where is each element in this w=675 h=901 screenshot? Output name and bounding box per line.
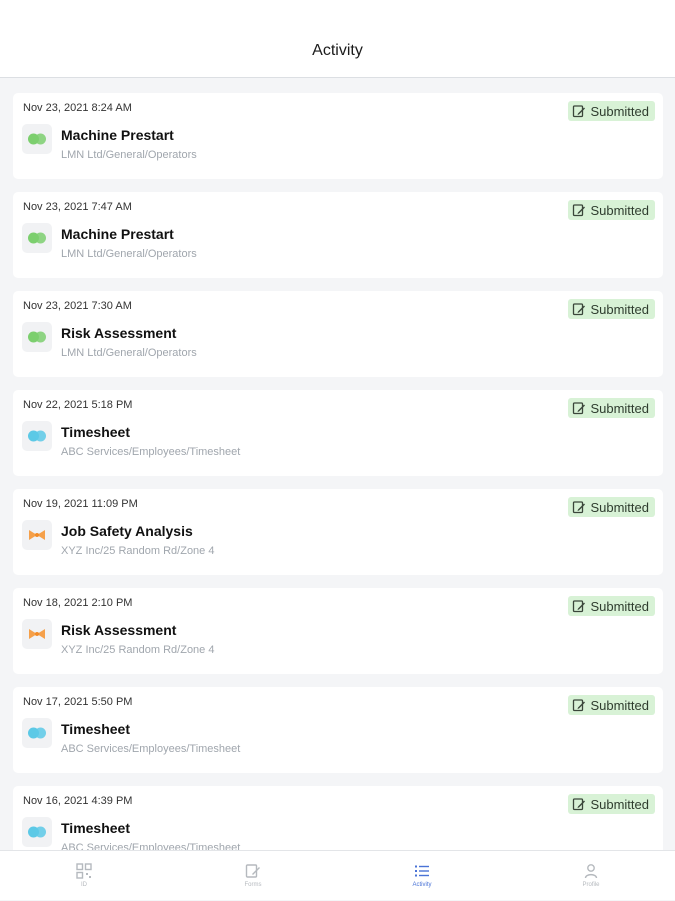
status-label: Submitted bbox=[590, 400, 649, 416]
activity-list[interactable]: Nov 23, 2021 8:24 AM Machine Prestart LM… bbox=[0, 79, 675, 850]
activity-title: Risk Assessment bbox=[61, 325, 177, 341]
status-label: Submitted bbox=[590, 301, 649, 317]
status-badge: Submitted bbox=[568, 497, 655, 517]
tab-label: Forms bbox=[244, 882, 262, 888]
activity-path: LMN Ltd/General/Operators bbox=[61, 347, 197, 359]
activity-title: Machine Prestart bbox=[61, 127, 174, 143]
tab-profile[interactable]: Profile bbox=[507, 851, 675, 901]
blue-circles-icon bbox=[22, 718, 52, 748]
orange-bowtie-icon bbox=[22, 520, 52, 550]
activity-title: Timesheet bbox=[61, 820, 130, 836]
bottom-tab-bar: ID Forms Activity Profile bbox=[0, 850, 675, 900]
tab-activity[interactable]: Activity bbox=[338, 851, 506, 901]
activity-card[interactable]: Nov 19, 2021 11:09 PM Job Safety Analysi… bbox=[13, 489, 663, 575]
activity-path: LMN Ltd/General/Operators bbox=[61, 149, 197, 161]
status-label: Submitted bbox=[590, 499, 649, 515]
activity-card[interactable]: Nov 23, 2021 7:47 AM Machine Prestart LM… bbox=[13, 192, 663, 278]
edit-note-icon bbox=[573, 699, 586, 712]
tab-label: Activity bbox=[412, 882, 432, 888]
activity-date: Nov 23, 2021 8:24 AM bbox=[23, 102, 132, 114]
activity-path: ABC Services/Employees/Timesheet bbox=[61, 743, 241, 755]
activity-path: LMN Ltd/General/Operators bbox=[61, 248, 197, 260]
green-circles-icon bbox=[22, 124, 52, 154]
orange-bowtie-icon bbox=[22, 619, 52, 649]
activity-date: Nov 18, 2021 2:10 PM bbox=[23, 597, 133, 609]
activity-path: XYZ Inc/25 Random Rd/Zone 4 bbox=[61, 644, 215, 656]
status-badge: Submitted bbox=[568, 299, 655, 319]
activity-date: Nov 23, 2021 7:47 AM bbox=[23, 201, 132, 213]
status-label: Submitted bbox=[590, 103, 649, 119]
status-badge: Submitted bbox=[568, 695, 655, 715]
blue-circles-icon bbox=[22, 421, 52, 451]
activity-card[interactable]: Nov 16, 2021 4:39 PM Timesheet ABC Servi… bbox=[13, 786, 663, 850]
status-badge: Submitted bbox=[568, 398, 655, 418]
tab-forms[interactable]: Forms bbox=[169, 851, 337, 901]
activity-title: Risk Assessment bbox=[61, 622, 177, 638]
edit-note-icon bbox=[573, 204, 586, 217]
activity-card[interactable]: Nov 17, 2021 5:50 PM Timesheet ABC Servi… bbox=[13, 687, 663, 773]
status-label: Submitted bbox=[590, 598, 649, 614]
activity-card[interactable]: Nov 18, 2021 2:10 PM Risk Assessment XYZ… bbox=[13, 588, 663, 674]
edit-note-icon bbox=[573, 600, 586, 613]
activity-path: ABC Services/Employees/Timesheet bbox=[61, 446, 241, 458]
page-title: Activity bbox=[312, 42, 363, 59]
edit-note-icon bbox=[573, 501, 586, 514]
green-circles-icon bbox=[22, 322, 52, 352]
edit-note-icon bbox=[573, 798, 586, 811]
qr-code-icon bbox=[76, 863, 92, 879]
activity-title: Timesheet bbox=[61, 424, 130, 440]
activity-date: Nov 22, 2021 5:18 PM bbox=[23, 399, 133, 411]
activity-card[interactable]: Nov 23, 2021 8:24 AM Machine Prestart LM… bbox=[13, 93, 663, 179]
activity-date: Nov 19, 2021 11:09 PM bbox=[23, 498, 138, 510]
activity-date: Nov 23, 2021 7:30 AM bbox=[23, 300, 132, 312]
edit-note-icon bbox=[573, 105, 586, 118]
status-badge: Submitted bbox=[568, 794, 655, 814]
activity-title: Job Safety Analysis bbox=[61, 523, 193, 539]
status-badge: Submitted bbox=[568, 596, 655, 616]
activity-card[interactable]: Nov 23, 2021 7:30 AM Risk Assessment LMN… bbox=[13, 291, 663, 377]
green-circles-icon bbox=[22, 223, 52, 253]
activity-card[interactable]: Nov 22, 2021 5:18 PM Timesheet ABC Servi… bbox=[13, 390, 663, 476]
status-badge: Submitted bbox=[568, 200, 655, 220]
tab-label: Profile bbox=[582, 882, 600, 888]
activity-date: Nov 17, 2021 5:50 PM bbox=[23, 696, 133, 708]
activity-path: XYZ Inc/25 Random Rd/Zone 4 bbox=[61, 545, 215, 557]
status-badge: Submitted bbox=[568, 101, 655, 121]
tab-id[interactable]: ID bbox=[0, 851, 168, 901]
status-label: Submitted bbox=[590, 202, 649, 218]
tab-label: ID bbox=[81, 882, 87, 888]
activity-list-icon bbox=[415, 865, 429, 877]
edit-note-icon bbox=[573, 402, 586, 415]
blue-circles-icon bbox=[22, 817, 52, 847]
app-header: Activity bbox=[0, 0, 675, 78]
activity-date: Nov 16, 2021 4:39 PM bbox=[23, 795, 133, 807]
activity-path: ABC Services/Employees/Timesheet bbox=[61, 842, 241, 850]
status-label: Submitted bbox=[590, 697, 649, 713]
status-label: Submitted bbox=[590, 796, 649, 812]
edit-note-icon bbox=[573, 303, 586, 316]
edit-form-icon bbox=[245, 864, 260, 878]
person-icon bbox=[584, 864, 598, 879]
activity-title: Timesheet bbox=[61, 721, 130, 737]
activity-title: Machine Prestart bbox=[61, 226, 174, 242]
